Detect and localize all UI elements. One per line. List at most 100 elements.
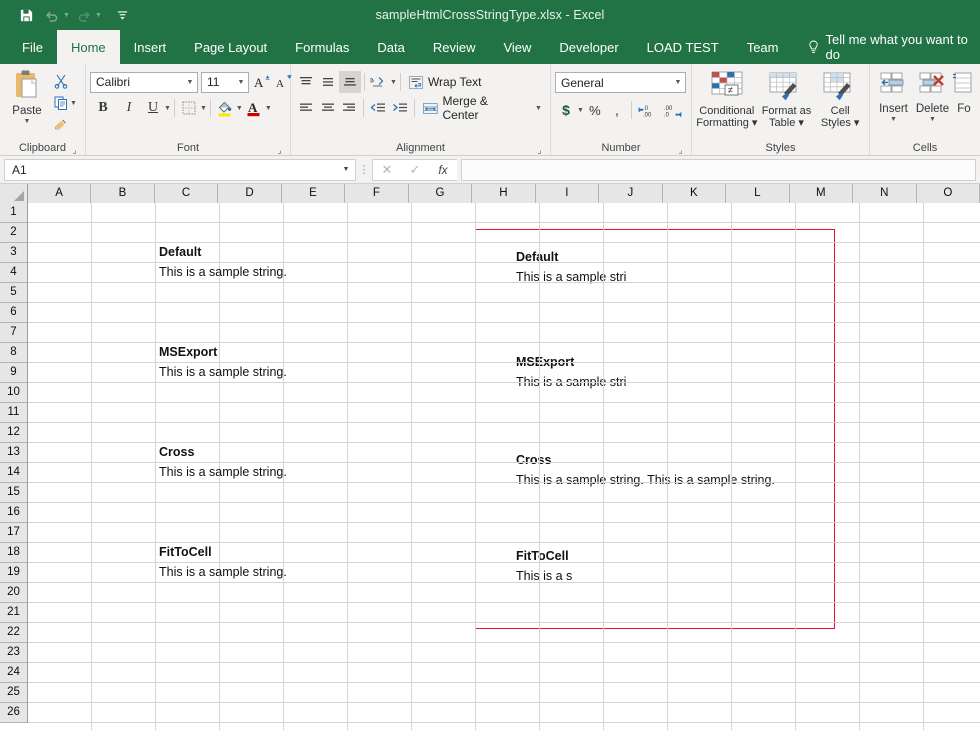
customize-quick-access-icon[interactable]	[111, 4, 135, 26]
tab-data[interactable]: Data	[363, 30, 418, 64]
alignment-dialog-launcher[interactable]: ⌟	[535, 146, 544, 155]
cell-styles-button[interactable]: Cell Styles ▾	[815, 69, 865, 129]
column-header-n[interactable]: N	[853, 184, 916, 203]
row-header-16[interactable]: 16	[0, 503, 27, 523]
row-header-18[interactable]: 18	[0, 543, 27, 563]
column-header-i[interactable]: I	[536, 184, 599, 203]
row-header-23[interactable]: 23	[0, 643, 27, 663]
undo-icon[interactable]	[40, 4, 64, 26]
row-header-7[interactable]: 7	[0, 323, 27, 343]
redo-dropdown-caret-icon[interactable]: ▼	[95, 12, 102, 19]
wrap-text-button[interactable]: Wrap Text	[404, 71, 486, 93]
row-header-20[interactable]: 20	[0, 583, 27, 603]
cell-c4[interactable]: This is a sample string.	[159, 263, 287, 282]
row-header-25[interactable]: 25	[0, 683, 27, 703]
paste-dropdown-caret-icon[interactable]: ▼	[24, 118, 31, 125]
column-header-h[interactable]: H	[472, 184, 535, 203]
delete-cells-dropdown-caret-icon[interactable]: ▼	[929, 116, 936, 123]
save-icon[interactable]	[14, 4, 38, 26]
row-header-26[interactable]: 26	[0, 703, 27, 723]
enter-formula-icon[interactable]: ✓	[401, 160, 429, 180]
align-middle-icon[interactable]	[317, 71, 339, 93]
underline-dropdown-caret-icon[interactable]: ▼	[164, 105, 171, 112]
bold-button[interactable]: B	[90, 97, 116, 119]
format-cells-button[interactable]: Fo	[952, 69, 976, 115]
column-header-l[interactable]: L	[726, 184, 789, 203]
align-center-icon[interactable]	[317, 97, 339, 119]
insert-cells-dropdown-caret-icon[interactable]: ▼	[890, 116, 897, 123]
orientation-icon[interactable]: a	[368, 71, 390, 93]
column-header-k[interactable]: K	[663, 184, 726, 203]
increase-font-size-icon[interactable]: A	[252, 71, 274, 93]
row-header-15[interactable]: 15	[0, 483, 27, 503]
format-as-table-button[interactable]: Format as Table ▾	[758, 69, 816, 129]
row-header-6[interactable]: 6	[0, 303, 27, 323]
merge-dropdown-caret-icon[interactable]: ▼	[535, 105, 542, 112]
cell-c14[interactable]: This is a sample string.	[159, 463, 287, 482]
number-dialog-launcher[interactable]: ⌟	[676, 146, 685, 155]
underline-button[interactable]: U	[142, 97, 164, 119]
tab-load-test[interactable]: LOAD TEST	[633, 30, 733, 64]
decrease-indent-icon[interactable]	[367, 97, 389, 119]
conditional-formatting-button[interactable]: ≠ Conditional Formatting ▾	[696, 69, 758, 129]
cut-button[interactable]	[50, 70, 72, 92]
name-box[interactable]: A1 ▼	[4, 159, 356, 181]
row-header-21[interactable]: 21	[0, 603, 27, 623]
cell-c18[interactable]: FitToCell	[159, 543, 212, 562]
cell-c9[interactable]: This is a sample string.	[159, 363, 287, 382]
row-header-9[interactable]: 9	[0, 363, 27, 383]
row-header-17[interactable]: 17	[0, 523, 27, 543]
tab-team[interactable]: Team	[733, 30, 793, 64]
row-header-11[interactable]: 11	[0, 403, 27, 423]
borders-button[interactable]	[178, 97, 200, 119]
paste-button[interactable]: Paste ▼	[4, 67, 50, 125]
font-color-dropdown-caret-icon[interactable]: ▼	[265, 105, 272, 112]
font-name-combo[interactable]: Calibri ▼	[90, 72, 198, 93]
insert-function-icon[interactable]: fx	[429, 160, 457, 180]
row-header-1[interactable]: 1	[0, 203, 27, 223]
tab-view[interactable]: View	[489, 30, 545, 64]
redo-icon[interactable]	[72, 4, 96, 26]
row-header-14[interactable]: 14	[0, 463, 27, 483]
italic-button[interactable]: I	[116, 97, 142, 119]
tab-file[interactable]: File	[8, 30, 57, 64]
borders-dropdown-caret-icon[interactable]: ▼	[200, 105, 207, 112]
percent-format-button[interactable]: %	[584, 99, 606, 121]
font-size-combo[interactable]: 11 ▼	[201, 72, 249, 93]
row-header-22[interactable]: 22	[0, 623, 27, 643]
accounting-dropdown-caret-icon[interactable]: ▼	[577, 107, 584, 114]
number-format-caret-icon[interactable]: ▼	[671, 79, 685, 86]
font-color-button[interactable]: A	[243, 97, 265, 119]
cell-c3[interactable]: Default	[159, 243, 201, 262]
align-left-icon[interactable]	[295, 97, 317, 119]
row-header-19[interactable]: 19	[0, 563, 27, 583]
row-header-2[interactable]: 2	[0, 223, 27, 243]
increase-decimal-icon[interactable]: .0.00	[635, 99, 661, 121]
row-header-24[interactable]: 24	[0, 663, 27, 683]
select-all-corner[interactable]	[0, 184, 28, 203]
column-header-g[interactable]: G	[409, 184, 472, 203]
accounting-format-button[interactable]: $	[555, 99, 577, 121]
decrease-decimal-icon[interactable]: .00.0	[661, 99, 687, 121]
fill-color-dropdown-caret-icon[interactable]: ▼	[236, 105, 243, 112]
merge-and-center-button[interactable]: Merge & Center ▼	[418, 97, 546, 119]
row-header-3[interactable]: 3	[0, 243, 27, 263]
tell-me-search[interactable]: Tell me what you want to do	[798, 30, 980, 64]
number-format-combo[interactable]: General ▼	[555, 72, 686, 93]
font-size-caret-icon[interactable]: ▼	[234, 79, 248, 86]
clipboard-dialog-launcher[interactable]: ⌟	[70, 146, 79, 155]
cell-c8[interactable]: MSExport	[159, 343, 217, 362]
cell-area[interactable]: DefaultThis is a sample striMSExportThis…	[28, 203, 980, 730]
font-name-caret-icon[interactable]: ▼	[183, 79, 197, 86]
tab-formulas[interactable]: Formulas	[281, 30, 363, 64]
row-header-10[interactable]: 10	[0, 383, 27, 403]
column-header-o[interactable]: O	[917, 184, 980, 203]
format-painter-button[interactable]	[50, 114, 72, 136]
row-header-8[interactable]: 8	[0, 343, 27, 363]
cell-c13[interactable]: Cross	[159, 443, 194, 462]
column-header-m[interactable]: M	[790, 184, 853, 203]
column-header-c[interactable]: C	[155, 184, 218, 203]
insert-cells-button[interactable]: Insert ▼	[874, 69, 913, 123]
column-header-b[interactable]: B	[91, 184, 154, 203]
tab-page-layout[interactable]: Page Layout	[180, 30, 281, 64]
